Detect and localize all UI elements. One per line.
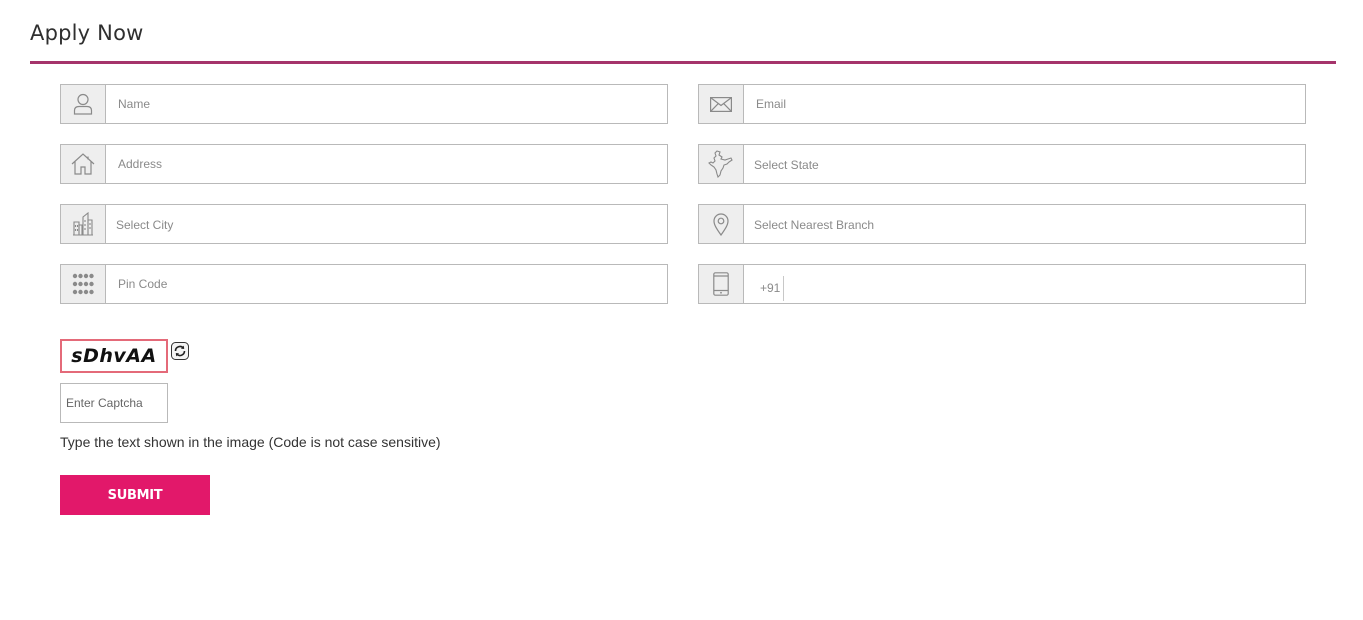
mobile-phone-icon bbox=[699, 265, 744, 303]
captcha-input[interactable] bbox=[60, 383, 168, 423]
branch-select-text: Select Nearest Branch bbox=[754, 218, 875, 232]
city-buildings-icon bbox=[61, 205, 106, 243]
pincode-field bbox=[60, 264, 668, 304]
mobile-field: +91 bbox=[698, 264, 1306, 304]
address-field bbox=[60, 144, 668, 184]
submit-button[interactable]: SUBMIT bbox=[60, 475, 210, 515]
email-field bbox=[698, 84, 1306, 124]
pincode-input[interactable] bbox=[106, 265, 667, 303]
envelope-icon bbox=[699, 85, 744, 123]
country-code-prefix: +91 bbox=[760, 281, 781, 295]
address-input[interactable] bbox=[106, 145, 667, 183]
home-icon bbox=[61, 145, 106, 183]
captcha-code: sDhvAA bbox=[71, 345, 157, 367]
refresh-icon[interactable] bbox=[171, 342, 189, 360]
user-icon bbox=[61, 85, 106, 123]
email-input[interactable] bbox=[744, 85, 1305, 123]
location-pin-icon bbox=[699, 205, 744, 243]
keypad-icon bbox=[61, 265, 106, 303]
branch-select[interactable]: Select Nearest Branch bbox=[698, 204, 1306, 244]
heading-divider bbox=[30, 61, 1336, 64]
captcha-hint: Type the text shown in the image (Code i… bbox=[60, 434, 441, 450]
city-select[interactable]: Select City bbox=[60, 204, 668, 244]
state-select-text: Select State bbox=[754, 158, 819, 172]
page-title: Apply Now bbox=[30, 21, 144, 45]
state-select[interactable]: Select State bbox=[698, 144, 1306, 184]
mobile-input[interactable] bbox=[784, 265, 1305, 303]
city-select-text: Select City bbox=[116, 218, 174, 232]
india-map-icon bbox=[699, 145, 744, 183]
name-input[interactable] bbox=[106, 85, 667, 123]
apply-now-page: Apply Now Name Email Address Select Stat… bbox=[0, 0, 1363, 620]
captcha-image: sDhvAA bbox=[60, 339, 168, 373]
name-field bbox=[60, 84, 668, 124]
